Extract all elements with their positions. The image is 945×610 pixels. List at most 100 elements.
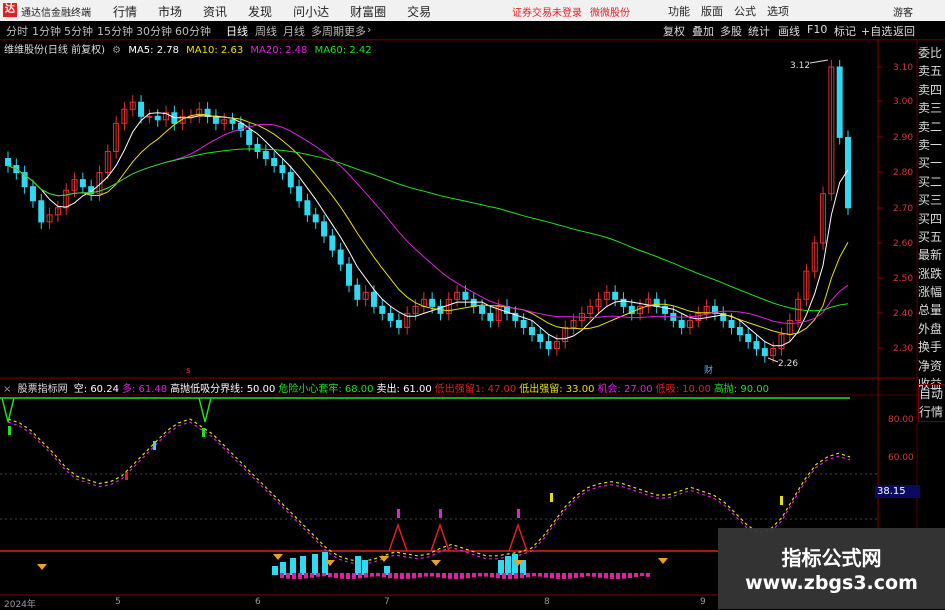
signal-bar bbox=[125, 472, 128, 480]
histogram-bar bbox=[496, 573, 500, 579]
candle-body bbox=[287, 172, 294, 188]
histogram-bar bbox=[334, 573, 338, 579]
histogram-bar bbox=[466, 573, 470, 579]
histogram-bar bbox=[454, 573, 458, 579]
candle-body bbox=[836, 66, 843, 138]
candle-body bbox=[653, 298, 660, 307]
sell-signal-mark bbox=[198, 397, 212, 423]
histogram-bar bbox=[556, 573, 560, 579]
histogram-bar bbox=[514, 573, 518, 579]
histogram-bar bbox=[412, 573, 416, 579]
diamond-marker bbox=[658, 558, 668, 564]
candle-body bbox=[379, 305, 386, 314]
volume-bar bbox=[362, 560, 368, 575]
histogram-bar bbox=[640, 573, 644, 577]
date-label: 9 bbox=[700, 597, 706, 607]
histogram-bar bbox=[298, 573, 302, 579]
histogram-bar bbox=[634, 573, 638, 578]
candle-body bbox=[370, 291, 377, 307]
histogram-bar bbox=[580, 573, 584, 578]
high-price-label: 3.12 bbox=[790, 61, 810, 71]
histogram-bar bbox=[376, 573, 380, 577]
diamond-marker bbox=[431, 560, 441, 566]
volume-bar bbox=[312, 554, 318, 575]
candle-body bbox=[38, 200, 45, 223]
price-tick: 2.40 bbox=[893, 309, 913, 319]
volume-bar bbox=[290, 558, 296, 575]
candle-body bbox=[329, 235, 336, 251]
histogram-bar bbox=[568, 573, 572, 579]
candle-body bbox=[279, 165, 286, 174]
candle-body bbox=[296, 186, 303, 202]
histogram-bar bbox=[622, 573, 626, 579]
signal-bar bbox=[780, 496, 783, 505]
candle-body bbox=[271, 158, 278, 167]
signal-bar bbox=[202, 428, 205, 437]
indicator-tick: 80.00 bbox=[888, 415, 914, 425]
histogram-bar bbox=[322, 573, 326, 577]
histogram-bar bbox=[388, 573, 392, 579]
kline-chart[interactable]: 3.10 3.00 2.90 2.80 2.70 2.60 2.50 2.40 2.30 80.0… bbox=[0, 0, 945, 609]
price-tick: 2.50 bbox=[893, 274, 913, 284]
candle-body bbox=[321, 221, 328, 237]
date-label: 2024年 bbox=[4, 600, 36, 610]
price-tick: 3.10 bbox=[893, 63, 913, 73]
candle-body bbox=[528, 326, 535, 336]
histogram-bar bbox=[292, 573, 296, 579]
indicator-tick: 60.00 bbox=[888, 453, 914, 463]
watermark-title: 指标公式网 bbox=[781, 546, 882, 570]
ma-line bbox=[7, 112, 849, 347]
histogram-bar bbox=[610, 573, 614, 579]
candle-body bbox=[354, 284, 361, 300]
high-price-pointer bbox=[809, 59, 829, 64]
histogram-bar bbox=[430, 573, 434, 577]
volume-bar bbox=[355, 556, 361, 575]
histogram-bar bbox=[448, 573, 452, 579]
histogram-bar bbox=[418, 573, 422, 578]
histogram-bar bbox=[592, 573, 596, 577]
histogram-bar bbox=[436, 573, 440, 578]
candle-body bbox=[520, 319, 527, 328]
price-tick: 2.90 bbox=[893, 133, 913, 143]
candle-body bbox=[79, 179, 86, 188]
candle-body bbox=[728, 319, 735, 328]
histogram-bar bbox=[616, 573, 620, 579]
diamond-marker bbox=[37, 564, 47, 570]
histogram-bar bbox=[604, 573, 608, 579]
candle-body bbox=[312, 214, 319, 223]
candle-body bbox=[387, 312, 394, 321]
signal-bar bbox=[517, 509, 520, 518]
candle-body bbox=[761, 348, 768, 357]
histogram-bar bbox=[490, 573, 494, 578]
histogram-bar bbox=[586, 573, 590, 577]
histogram-bar bbox=[562, 573, 566, 579]
candle-body bbox=[678, 319, 685, 328]
candle-body bbox=[462, 291, 469, 300]
histogram-bar bbox=[508, 573, 512, 579]
histogram-bar bbox=[304, 573, 308, 579]
histogram-bar bbox=[394, 573, 398, 579]
histogram-bar bbox=[538, 573, 542, 577]
histogram-bar bbox=[400, 573, 404, 579]
histogram-bar bbox=[382, 573, 386, 578]
candle-body bbox=[479, 305, 486, 314]
histogram-bar bbox=[280, 573, 284, 579]
histogram-bar bbox=[544, 573, 548, 578]
histogram-bar bbox=[310, 573, 314, 578]
histogram-bar bbox=[526, 573, 530, 578]
candle-body bbox=[254, 143, 261, 152]
candle-body bbox=[545, 341, 552, 350]
histogram-bar bbox=[346, 573, 350, 579]
price-tick: 2.80 bbox=[893, 168, 913, 178]
signal-bar bbox=[153, 441, 156, 450]
volume-bar bbox=[272, 566, 278, 575]
signal-bar bbox=[550, 493, 553, 502]
ma-line bbox=[7, 113, 849, 336]
histogram-bar bbox=[646, 573, 650, 577]
histogram-bar bbox=[352, 573, 356, 579]
candle-body bbox=[745, 334, 752, 343]
signal-bar bbox=[8, 426, 11, 435]
low-price-label: 2.26 bbox=[778, 359, 798, 369]
watermark: 指标公式网 www.zbgs3.com bbox=[718, 528, 945, 609]
candle-body bbox=[154, 115, 161, 121]
